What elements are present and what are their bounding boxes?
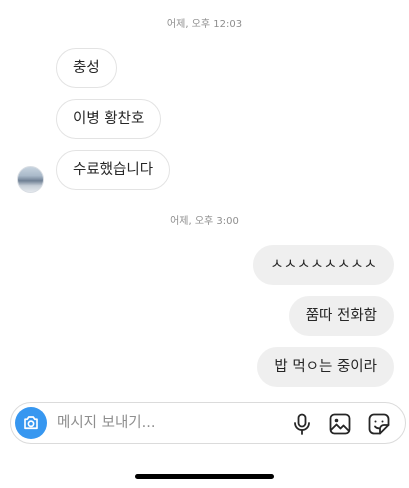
sticker-icon[interactable]: [367, 412, 391, 436]
camera-button[interactable]: [15, 407, 47, 439]
message-input[interactable]: 메시지 보내기...: [57, 403, 155, 443]
microphone-icon[interactable]: [290, 412, 314, 436]
received-message[interactable]: 수료했습니다: [56, 150, 171, 190]
received-message[interactable]: 충성: [56, 48, 117, 88]
avatar[interactable]: [17, 166, 44, 193]
message-composer: 메시지 보내기...: [10, 402, 406, 444]
camera-icon: [24, 416, 38, 430]
sent-message[interactable]: 밥 먹ㅇ는 중이라: [257, 347, 394, 387]
timestamp: 어제, 오후 3:00: [170, 216, 239, 227]
sent-message[interactable]: ㅅㅅㅅㅅㅅㅅㅅㅅ: [253, 245, 394, 285]
timestamp: 어제, 오후 12:03: [166, 19, 243, 30]
sent-message[interactable]: 쭘따 전화함: [288, 296, 394, 336]
received-message[interactable]: 이병 황찬호: [56, 99, 162, 139]
home-indicator: [135, 474, 274, 479]
gallery-icon[interactable]: [328, 412, 352, 436]
